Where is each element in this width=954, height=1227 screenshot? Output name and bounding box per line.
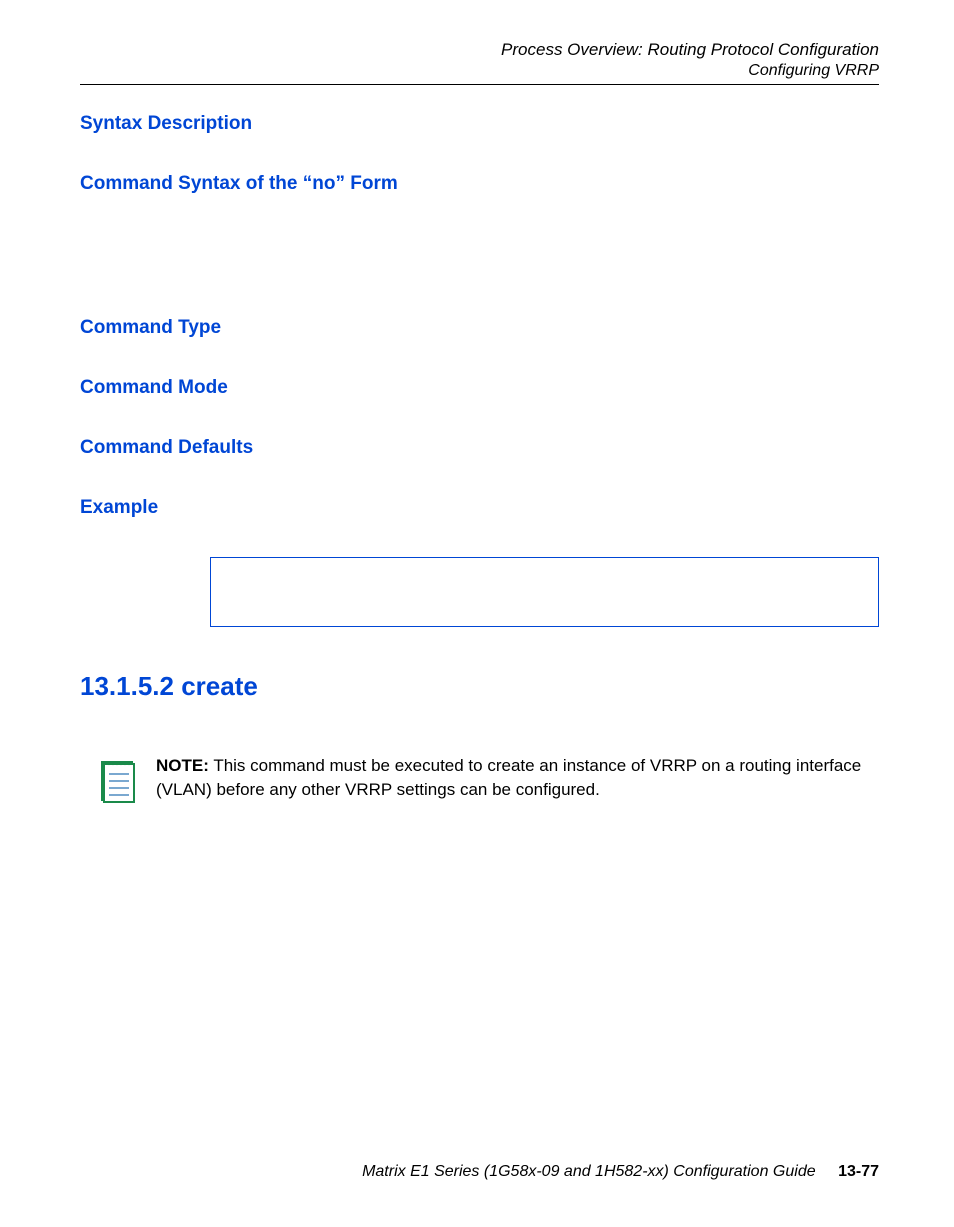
header-chapter-title: Process Overview: Routing Protocol Confi… — [80, 40, 879, 60]
heading-command-mode: Command Mode — [80, 377, 879, 399]
heading-example: Example — [80, 497, 879, 519]
footer-page-number: 13-77 — [838, 1163, 879, 1180]
note-icon — [98, 756, 138, 804]
heading-command-type: Command Type — [80, 317, 879, 339]
heading-create-section: 13.1.5.2 create — [80, 671, 879, 702]
page-footer: Matrix E1 Series (1G58x-09 and 1H582-xx)… — [362, 1163, 879, 1181]
example-code-box — [210, 557, 879, 627]
note-body: This command must be executed to create … — [156, 756, 861, 799]
footer-guide-title: Matrix E1 Series (1G58x-09 and 1H582-xx)… — [362, 1163, 816, 1180]
note-block: NOTE: This command must be executed to c… — [98, 754, 879, 804]
heading-syntax-description: Syntax Description — [80, 113, 879, 135]
heading-command-defaults: Command Defaults — [80, 437, 879, 459]
heading-command-syntax-no-form: Command Syntax of the “no” Form — [80, 173, 879, 195]
header-divider — [80, 84, 879, 85]
note-label: NOTE: — [156, 756, 209, 775]
note-text: NOTE: This command must be executed to c… — [156, 754, 879, 802]
header-section-title: Configuring VRRP — [80, 62, 879, 80]
